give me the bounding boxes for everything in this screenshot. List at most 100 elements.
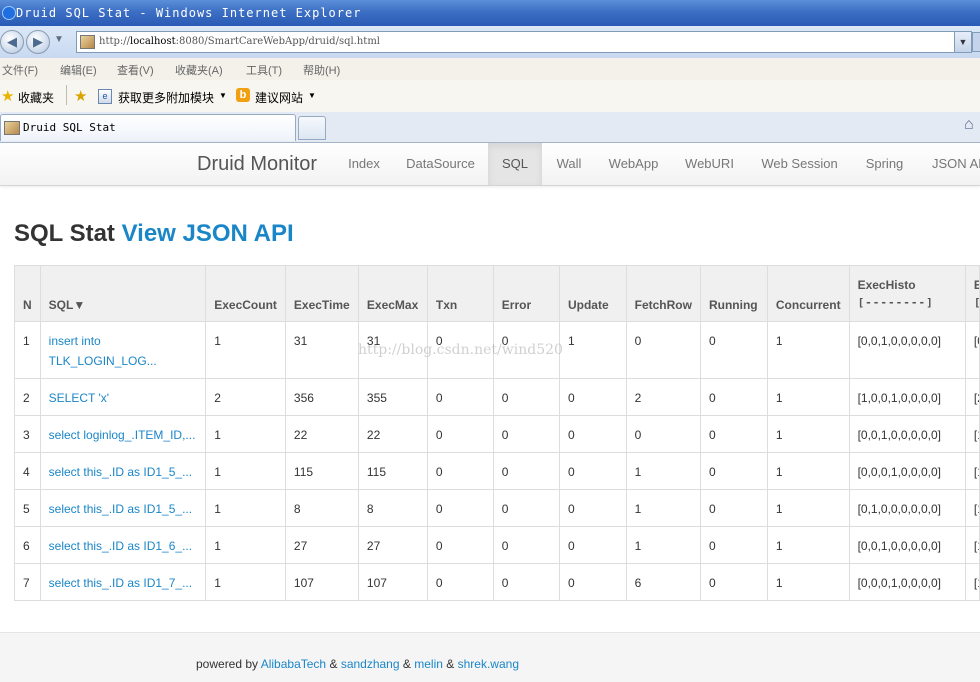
sql-link-cont[interactable]: TLK_LOGIN_LOG...	[49, 351, 198, 371]
cell-exec-time: 115	[284, 452, 359, 490]
menu-tools[interactable]: 工具(T)	[246, 62, 282, 78]
table-row: 7 select this_.ID as ID1_7_... 1 107 107 0 0 0 6…	[14, 563, 980, 601]
nav-wall[interactable]: Wall	[542, 143, 596, 185]
cell-concurrent: 1	[766, 415, 850, 453]
cell-histo: [1,0,0,1,0,0,0,0]	[848, 378, 966, 416]
col-exec-max[interactable]: ExecMax	[357, 265, 428, 322]
cell-running: 0	[699, 526, 768, 564]
table-header-row: N SQL▼ ExecCount ExecTime ExecMax Txn Er…	[14, 265, 980, 322]
cell-error: 0	[492, 563, 560, 601]
cell-txn: 0	[426, 415, 494, 453]
col-concurrent[interactable]: Concurrent	[766, 265, 850, 322]
cell-exec-count: 1	[205, 321, 286, 379]
cell-txn: 0	[426, 378, 494, 416]
footer-link-alibabatech[interactable]: AlibabaTech	[261, 657, 326, 671]
menu-view[interactable]: 查看(V)	[117, 62, 154, 78]
cell-exec-time: 356	[284, 378, 359, 416]
cell-next: [1	[964, 415, 980, 453]
sql-link[interactable]: insert into	[49, 331, 198, 351]
sql-link[interactable]: SELECT 'x'	[49, 388, 198, 408]
nav-datasource[interactable]: DataSource	[394, 143, 487, 185]
tab-druid-sql-stat[interactable]: Druid SQL Stat	[0, 114, 296, 141]
cell-exec-max: 27	[357, 526, 428, 564]
address-dropdown-icon[interactable]: ▼	[954, 32, 971, 52]
nav-index[interactable]: Index	[334, 143, 394, 185]
cell-sql: select this_.ID as ID1_5_...	[39, 489, 207, 527]
col-exec-histo[interactable]: ExecHisto [--------]	[848, 265, 966, 322]
table-row: 5 select this_.ID as ID1_5_... 1 8 8 0 0 0 1 0 1 [0…	[14, 489, 980, 527]
cell-next: [1	[964, 452, 980, 490]
table-row: 1 insert into TLK_LOGIN_LOG... 1 31 31 0 0 1 0 0 1[…	[14, 321, 980, 379]
view-json-api-link[interactable]: View JSON API	[122, 220, 294, 247]
col-update[interactable]: Update	[558, 265, 627, 322]
new-tab-button[interactable]	[298, 116, 326, 140]
footer-link-melin[interactable]: melin	[414, 657, 443, 671]
col-sql[interactable]: SQL▼	[39, 265, 207, 322]
sql-link[interactable]: select this_.ID as ID1_6_...	[49, 536, 198, 556]
cell-concurrent: 1	[766, 321, 850, 379]
suggested-sites-link[interactable]: 建议网站	[255, 89, 303, 106]
sql-link[interactable]: select this_.ID as ID1_5_...	[49, 462, 198, 482]
window-titlebar: Druid SQL Stat - Windows Internet Explor…	[0, 0, 980, 26]
page-title-text: SQL Stat	[14, 220, 115, 247]
menu-edit[interactable]: 编辑(E)	[60, 62, 97, 78]
cell-update: 0	[558, 415, 627, 453]
col-error[interactable]: Error	[492, 265, 560, 322]
address-input[interactable]: http://localhost:8080/SmartCareWebApp/dr…	[76, 31, 972, 53]
nav-json-api[interactable]: JSON API	[918, 143, 980, 185]
col-exec-time[interactable]: ExecTime	[284, 265, 359, 322]
cell-sql: SELECT 'x'	[39, 378, 207, 416]
col-fetch-row[interactable]: FetchRow	[625, 265, 701, 322]
col-n[interactable]: N	[14, 265, 41, 322]
addons-link[interactable]: 获取更多附加模块	[118, 89, 214, 106]
back-icon[interactable]: ◀	[0, 30, 24, 54]
sql-link[interactable]: select this_.ID as ID1_7_...	[49, 573, 198, 593]
refresh-button[interactable]	[972, 32, 980, 52]
menu-help[interactable]: 帮助(H)	[303, 62, 340, 78]
cell-update: 0	[558, 489, 627, 527]
menu-favorites[interactable]: 收藏夹(A)	[175, 62, 223, 78]
cell-histo: [0,0,0,1,0,0,0,0]	[848, 563, 966, 601]
suggested-sites-icon: b	[236, 88, 250, 102]
cell-sql: select this_.ID as ID1_7_...	[39, 563, 207, 601]
col-next[interactable]: E [--------]	[964, 265, 980, 322]
cell-next: [2	[964, 378, 980, 416]
nav-weburi[interactable]: WebURI	[671, 143, 748, 185]
sql-link[interactable]: select loginlog_.ITEM_ID,...	[49, 425, 198, 445]
nav-web-session[interactable]: Web Session	[748, 143, 851, 185]
addons-dropdown-icon[interactable]: ▼	[219, 91, 227, 100]
cell-next: [1	[964, 526, 980, 564]
cell-running: 0	[699, 415, 768, 453]
cell-concurrent: 1	[766, 563, 850, 601]
home-icon[interactable]: ⌂	[964, 116, 974, 134]
nav-spring[interactable]: Spring	[851, 143, 918, 185]
footer-link-sandzhang[interactable]: sandzhang	[341, 657, 400, 671]
suggested-dropdown-icon[interactable]: ▼	[308, 91, 316, 100]
nav-webapp[interactable]: WebApp	[596, 143, 671, 185]
forward-icon[interactable]: ▶	[26, 30, 50, 54]
brand-title[interactable]: Druid Monitor	[197, 143, 317, 185]
favorites-separator	[66, 85, 67, 105]
col-running[interactable]: Running	[699, 265, 768, 322]
cell-fetch-row: 6	[625, 563, 701, 601]
col-exec-count[interactable]: ExecCount	[205, 265, 286, 322]
cell-fetch-row: 1	[625, 452, 701, 490]
footer: powered by AlibabaTech & sandzhang & mel…	[0, 632, 980, 682]
cell-concurrent: 1	[766, 452, 850, 490]
footer-prefix: powered by	[196, 657, 259, 671]
add-favorite-icon[interactable]: ★	[74, 87, 87, 105]
favorites-button[interactable]: 收藏夹	[18, 89, 54, 106]
cell-exec-count: 1	[205, 563, 286, 601]
menu-file[interactable]: 文件(F)	[2, 62, 38, 78]
cell-txn: 0	[426, 321, 494, 379]
address-url[interactable]: http://localhost:8080/SmartCareWebApp/dr…	[99, 32, 380, 52]
history-dropdown-icon[interactable]: ▼	[54, 34, 64, 45]
footer-link-shrek-wang[interactable]: shrek.wang	[458, 657, 519, 671]
nav-sql[interactable]: SQL	[488, 143, 542, 185]
favorites-star-icon: ★	[1, 88, 15, 105]
sql-link[interactable]: select this_.ID as ID1_5_...	[49, 499, 198, 519]
tab-title: Druid SQL Stat	[23, 121, 116, 134]
col-txn[interactable]: Txn	[426, 265, 494, 322]
footer-credits: powered by AlibabaTech & sandzhang & mel…	[196, 657, 519, 671]
addons-icon: e	[98, 89, 112, 104]
